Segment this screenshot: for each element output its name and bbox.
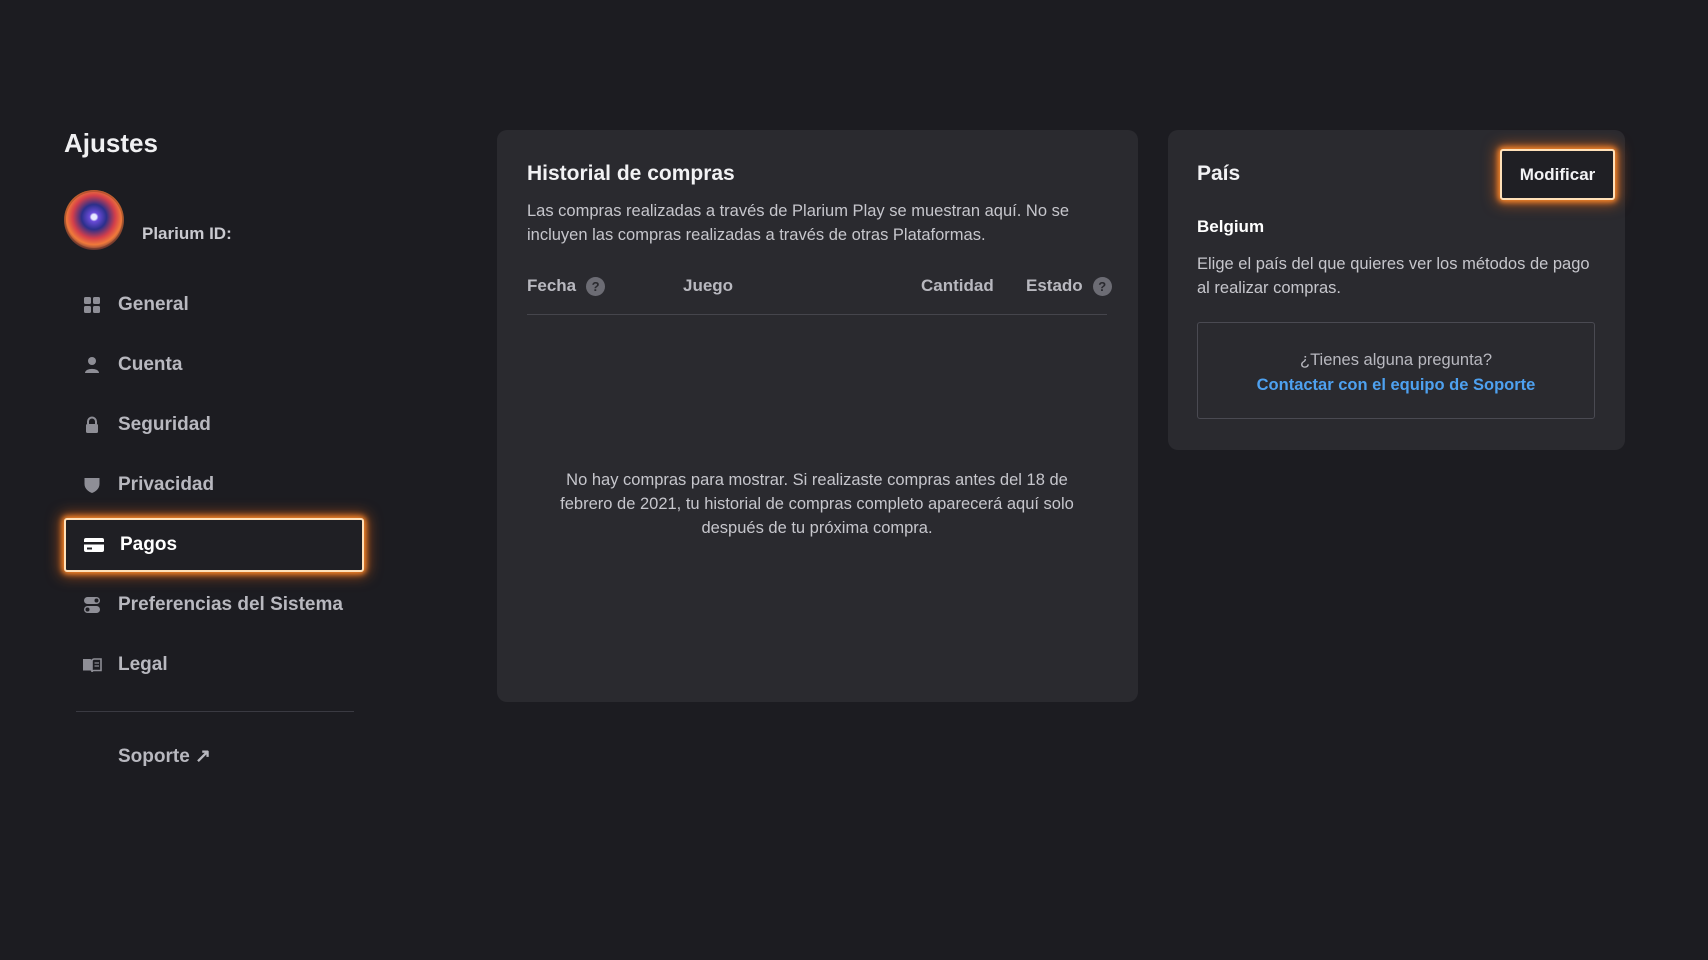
column-status: Estado ? xyxy=(1026,276,1112,296)
user-icon xyxy=(82,355,102,375)
sidebar-item-label: Privacidad xyxy=(118,474,215,495)
nav-divider xyxy=(76,711,354,712)
sidebar-item-seguridad[interactable]: Seguridad xyxy=(64,398,364,452)
page-title: Ajustes xyxy=(64,128,158,158)
purchase-history-card: Historial de compras Las compras realiza… xyxy=(497,130,1138,702)
column-amount: Cantidad xyxy=(921,276,994,296)
country-card: País Modificar Belgium Elige el país del… xyxy=(1168,130,1625,450)
sidebar-item-label: Legal xyxy=(118,654,168,675)
support-question: ¿Tienes alguna pregunta? xyxy=(1299,351,1493,369)
status-help-icon[interactable]: ? xyxy=(1092,276,1112,296)
column-game: Juego xyxy=(683,276,733,296)
column-date: Fecha ? xyxy=(527,276,606,296)
sidebar-item-privacidad[interactable]: Privacidad xyxy=(64,458,364,512)
avatar[interactable] xyxy=(64,190,124,250)
contact-support-link[interactable]: Contactar con el equipo de Soporte xyxy=(1257,376,1536,395)
country-title: País xyxy=(1197,162,1241,185)
column-game-label: Juego xyxy=(683,276,734,295)
sidebar-item-general[interactable]: General xyxy=(64,278,364,332)
lock-icon xyxy=(82,415,102,435)
profile: Plarium ID: xyxy=(64,190,232,250)
sidebar-item-preferencias[interactable]: Preferencias del Sistema xyxy=(64,578,364,632)
settings-nav: General Cuenta Seguridad Privacidad Pago… xyxy=(64,278,364,698)
toggle-icon xyxy=(82,595,102,615)
sidebar-item-pagos[interactable]: Pagos xyxy=(64,518,364,572)
support-box: ¿Tienes alguna pregunta? Contactar con e… xyxy=(1197,322,1595,419)
sidebar-item-label: Pagos xyxy=(120,534,178,555)
column-status-label: Estado xyxy=(1026,276,1083,295)
column-amount-label: Cantidad xyxy=(921,276,994,295)
table-header: Fecha ? Juego Cantidad Estado ? xyxy=(527,276,1112,315)
support-link[interactable]: Soporte ↗ xyxy=(118,745,211,768)
sidebar: Ajustes Plarium ID: General Cuenta Segur… xyxy=(0,0,440,960)
purchase-history-title: Historial de compras xyxy=(527,162,735,185)
modify-button[interactable]: Modificar xyxy=(1500,149,1615,200)
sidebar-item-label: Seguridad xyxy=(118,414,211,435)
sidebar-item-label: Cuenta xyxy=(118,354,183,375)
plarium-id-label: Plarium ID: xyxy=(142,224,232,243)
sidebar-item-label: Preferencias del Sistema xyxy=(118,594,343,615)
selected-country: Belgium xyxy=(1197,217,1265,236)
column-date-label: Fecha xyxy=(527,276,577,295)
purchase-history-description: Las compras realizadas a través de Plari… xyxy=(527,202,1070,244)
country-description: Elige el país del que quieres ver los mé… xyxy=(1197,255,1590,297)
empty-state-message: No hay compras para mostrar. Si realizas… xyxy=(560,471,1074,537)
sidebar-item-label: General xyxy=(118,294,189,315)
shield-icon xyxy=(82,475,102,495)
date-help-icon[interactable]: ? xyxy=(586,276,606,296)
book-icon xyxy=(82,655,102,675)
sidebar-item-legal[interactable]: Legal xyxy=(64,638,364,692)
grid-icon xyxy=(82,295,102,315)
credit-card-icon xyxy=(84,535,104,555)
sidebar-item-cuenta[interactable]: Cuenta xyxy=(64,338,364,392)
